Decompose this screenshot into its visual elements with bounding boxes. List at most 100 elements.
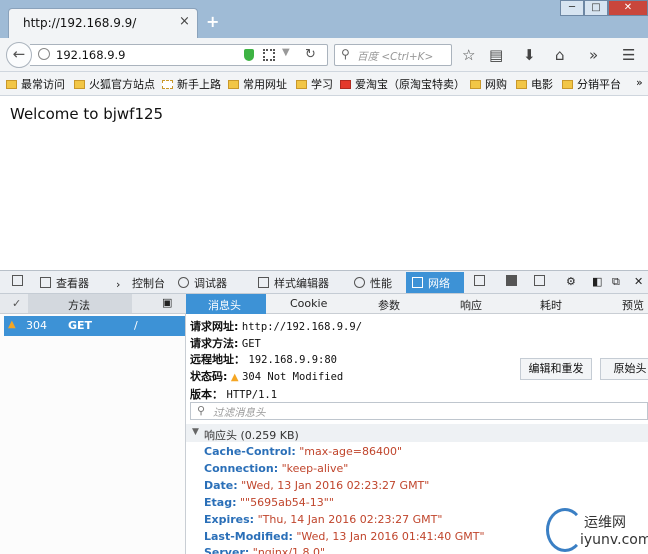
header-row: Expires: "Thu, 14 Jan 2016 02:23:27 GMT" [204,513,443,526]
tab-timings[interactable]: 耗时 [540,297,562,313]
tab-title: http://192.168.9.9/ [23,16,137,30]
bookmark-getting-started[interactable]: 新手上路 [162,76,221,92]
url-text[interactable]: 192.168.9.9 [56,48,126,62]
dock-side-icon[interactable]: ◧ [592,275,602,288]
tool-inspector[interactable]: 查看器 [40,275,89,291]
edit-resend-button[interactable]: 编辑和重发 [520,358,592,380]
inspector-icon [40,277,51,288]
bookmark-folder-study[interactable]: 学习 [296,76,333,92]
console-icon: › [116,278,121,291]
gauge-icon [354,277,365,288]
responsive-icon [506,275,517,286]
globe-icon [38,48,50,60]
bookmarks-overflow-icon[interactable]: » [636,76,643,89]
tool-performance[interactable]: 性能 [354,275,392,291]
window-close-button[interactable]: ✕ [608,0,648,16]
header-row: Last-Modified: "Wed, 13 Jan 2016 01:41:4… [204,530,485,543]
request-method: GET [68,319,93,332]
pick-element-icon[interactable] [12,275,28,288]
separate-window-icon[interactable]: ⧉ [612,275,620,289]
panel-icon [474,275,485,286]
tool-network[interactable]: 网络 [406,272,464,293]
bookmark-folder-common[interactable]: 常用网址 [228,76,287,92]
bookmark-folder-movies[interactable]: 电影 [516,76,553,92]
request-row[interactable]: ▲ 304 GET / [4,316,185,336]
status-column-icon[interactable]: ✓ [12,297,21,310]
bookmark-star-icon[interactable]: ☆ [462,46,475,64]
bookmarks-toolbar: 最常访问 火狐官方站点 新手上路 常用网址 学习 爱淘宝（原淘宝特卖） 网购 电… [0,72,648,96]
folder-icon [296,80,307,89]
collapse-triangle-icon[interactable]: ▼ [192,427,199,437]
tab-cookies[interactable]: Cookie [290,297,327,310]
bookmark-aitaobao[interactable]: 爱淘宝（原淘宝特卖） [340,76,465,92]
url-bar[interactable]: 192.168.9.9 ▼ ↻ [30,44,328,66]
search-icon: ⚲ [341,47,350,61]
tab-preview[interactable]: 预览 [622,297,644,313]
warning-triangle-icon: ▲ [230,372,239,383]
welcome-text: Welcome to bjwf125 [10,105,164,123]
back-button[interactable]: ← [6,42,32,68]
watermark-logo: 运维网 iyunv.com [540,506,648,554]
folder-icon [228,80,239,89]
page-icon [162,80,173,89]
devtools-close-icon[interactable]: ✕ [634,275,643,288]
bookmark-most-visited[interactable]: 最常访问 [6,76,65,92]
filter-headers-input[interactable]: ⚲ 过滤消息头 [190,402,648,420]
summary-method: 请求方法: GET [190,337,261,350]
reload-icon[interactable]: ↻ [305,47,316,62]
bookmarks-library-icon[interactable]: ▤ [489,46,503,64]
tool-style-editor[interactable]: 样式编辑器 [258,275,329,291]
tab-strip: http://192.168.9.9/ × + ─ □ ✕ [0,0,648,38]
summary-remote: 远程地址： 192.168.9.9:80 [190,353,338,366]
method-column-label: 方法 [68,299,90,312]
watermark-en-text: iyunv.com [580,532,648,548]
response-headers-section[interactable]: ▼ 响应头 (0.259 KB) [186,424,648,442]
settings-gear-icon[interactable]: ⚙ [566,275,576,288]
tab-close-icon[interactable]: × [179,14,190,29]
more-tools-icon[interactable]: » [589,46,598,64]
shield-icon[interactable] [244,49,254,61]
split-console-icon[interactable] [474,275,490,288]
request-list: ✓ 方法 ▣ ▲ 304 GET / [0,294,186,554]
bookmark-firefox-site[interactable]: 火狐官方站点 [74,76,155,92]
header-row: Etag: ""5695ab54-13"" [204,496,334,509]
folder-icon [562,80,573,89]
qr-code-icon[interactable] [263,49,275,61]
request-list-header: ✓ 方法 ▣ [0,294,186,314]
new-tab-icon[interactable]: + [206,12,219,31]
maximize-button[interactable]: □ [584,0,608,16]
browser-tab[interactable]: http://192.168.9.9/ × [8,8,198,38]
devtools-toolbar: 查看器 › 控制台 调试器 样式编辑器 性能 网络 ⚙ ◧ ⧉ ✕ [0,270,648,294]
taobao-icon [340,80,351,89]
filter-placeholder: 过滤消息头 [213,407,266,419]
request-status: 304 [26,319,47,332]
home-icon[interactable]: ⌂ [555,46,565,64]
scratchpad-icon[interactable] [534,275,550,288]
tab-params[interactable]: 参数 [378,297,400,313]
minimize-button[interactable]: ─ [560,0,584,16]
bookmark-folder-distribution[interactable]: 分销平台 [562,76,621,92]
tool-console[interactable]: › 控制台 [116,275,165,291]
responsive-design-icon[interactable] [506,275,522,288]
summary-url: 请求网址: http://192.168.9.9/ [190,320,363,333]
warning-triangle-icon: ▲ [8,319,16,330]
tab-headers[interactable]: 消息头 [186,294,266,314]
tab-response[interactable]: 响应 [460,297,482,313]
header-row: Connection: "keep-alive" [204,462,349,475]
firefox-icon [74,80,85,89]
menu-icon[interactable]: ☰ [622,46,635,64]
download-icon[interactable]: ⬇ [523,46,536,64]
scratchpad-box-icon [534,275,545,286]
bookmark-folder-shopping[interactable]: 网购 [470,76,507,92]
search-box[interactable]: ⚲ 百度 <Ctrl+K> [334,44,452,66]
header-row: Date: "Wed, 13 Jan 2016 02:23:27 GMT" [204,479,430,492]
tool-debugger[interactable]: 调试器 [178,275,227,291]
cursor-box-icon [12,275,23,286]
request-file: / [134,319,138,332]
collapse-panel-icon[interactable]: ▣ [162,296,172,309]
watermark-cn-text: 运维网 [584,515,626,531]
header-row: Cache-Control: "max-age=86400" [204,445,403,458]
raw-headers-button[interactable]: 原始头 [600,358,648,380]
dropdown-icon[interactable]: ▼ [282,47,290,58]
folder-icon [470,80,481,89]
